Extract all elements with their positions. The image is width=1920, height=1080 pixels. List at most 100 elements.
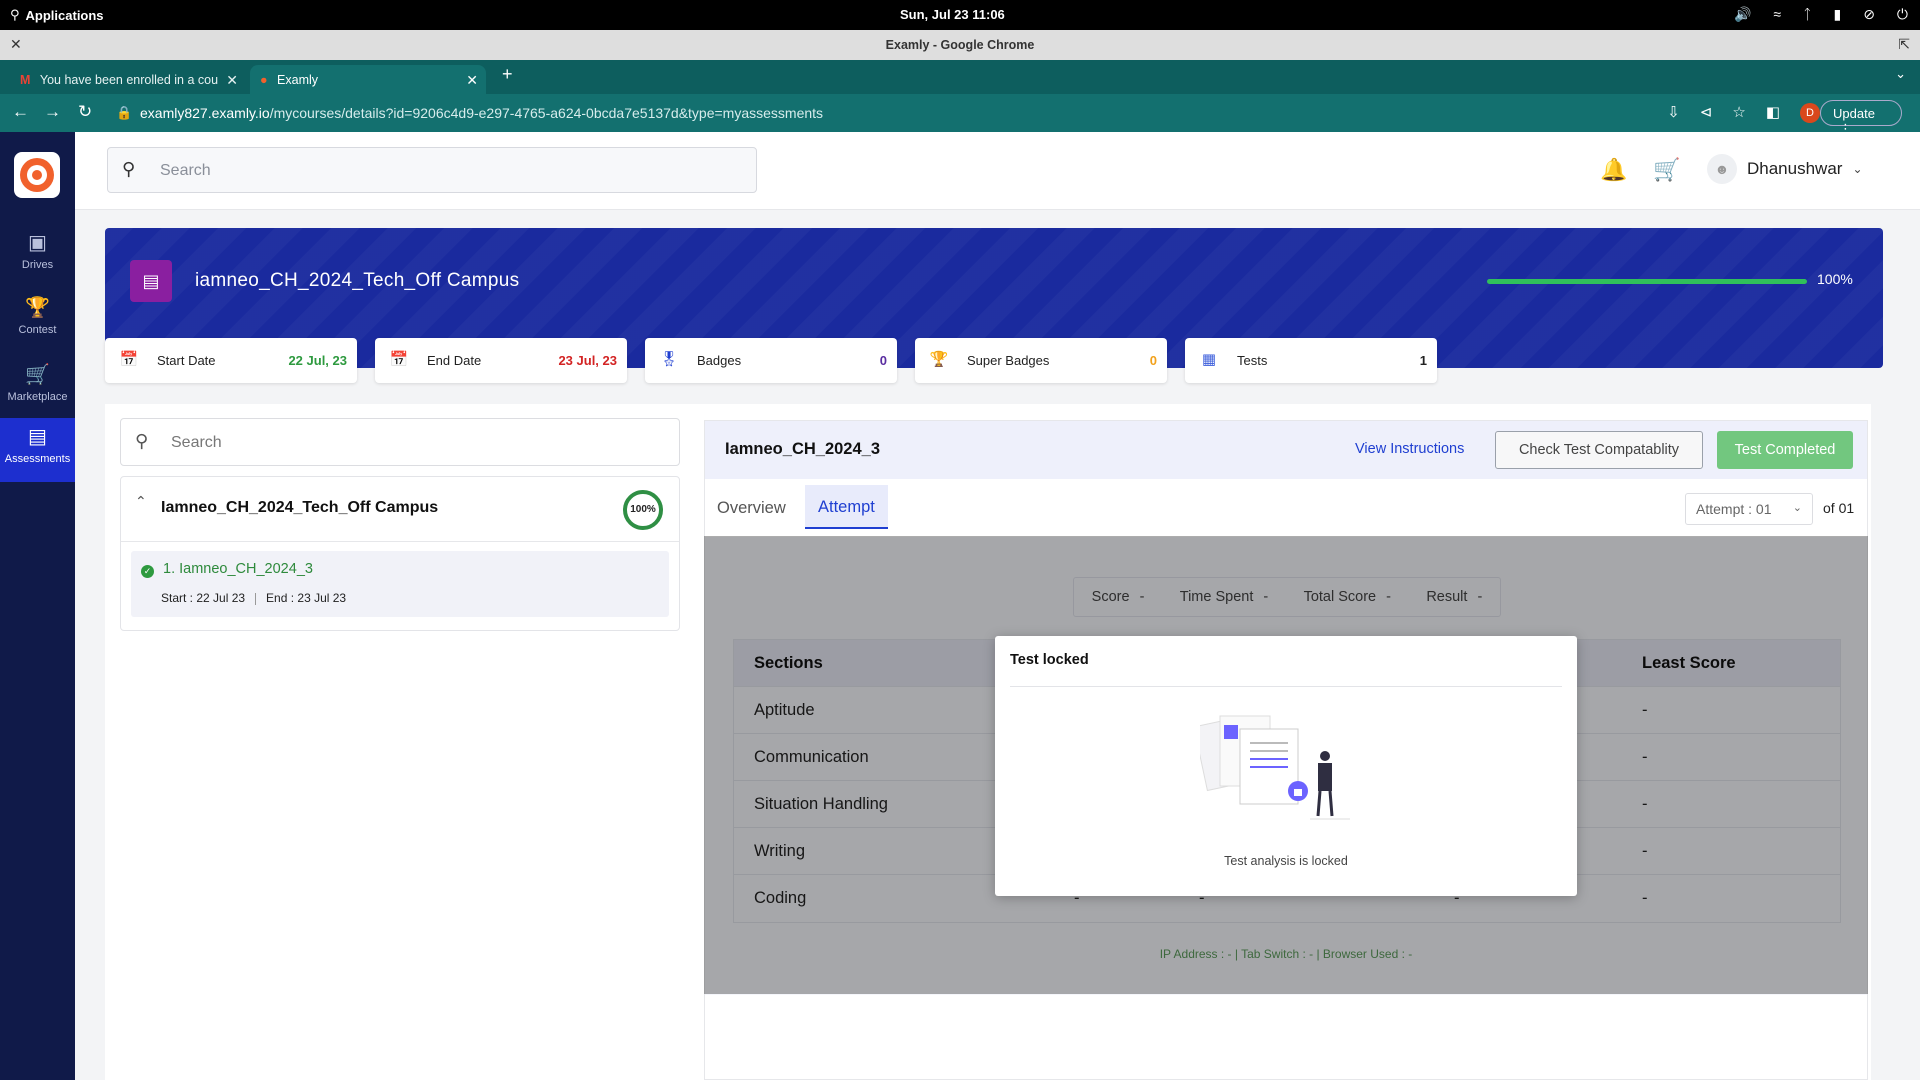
test-title: Iamneo_CH_2024_3 [725, 440, 881, 458]
share-icon[interactable]: ⊲ [1700, 103, 1713, 123]
user-menu[interactable]: ☻ Dhanushwar ⌄ [1707, 154, 1863, 184]
course-accordion: ⌃ Iamneo_CH_2024_Tech_Off Campus 100% ✓ … [120, 476, 680, 631]
course-progress-label: 100% [1817, 271, 1853, 287]
briefcase-icon: ▣ [28, 232, 47, 254]
check-compatibility-button[interactable]: Check Test Compatablity [1495, 431, 1703, 469]
stat-value: 23 Jul, 23 [558, 353, 617, 368]
attempt-select[interactable]: Attempt : 01 ⌄ [1685, 493, 1813, 525]
test-completed-button[interactable]: Test Completed [1717, 431, 1853, 469]
url-field[interactable]: examly827.examly.io/mycourses/details?id… [140, 105, 823, 121]
chevron-down-icon: ⌄ [1792, 502, 1802, 514]
header-search-input[interactable]: ⚲ Search [107, 147, 757, 193]
sidebar-item-drives[interactable]: ▣ Drives [0, 224, 75, 288]
address-bar-row: ← → ↻ 🔒 examly827.examly.io/mycourses/de… [0, 94, 1920, 136]
window-title-bar: ✕ Examly - Google Chrome ⇱ [0, 30, 1920, 60]
search-icon: ⚲ [10, 7, 20, 22]
tab-gmail[interactable]: M You have been enrolled in a cou ✕ [10, 65, 246, 94]
sidebar-item-marketplace[interactable]: 🛒 Marketplace [0, 356, 75, 420]
bookmark-star-icon[interactable]: ☆ [1732, 103, 1745, 123]
attempt-select-value: Attempt : 01 [1696, 501, 1772, 517]
stat-label: Badges [697, 353, 742, 368]
divider [121, 541, 679, 542]
restore-window-icon[interactable]: ⇱ [1898, 36, 1910, 53]
view-instructions-link[interactable]: View Instructions [1355, 441, 1464, 457]
stat-label: Tests [1237, 353, 1268, 368]
sidebar-item-label: Assessments [4, 453, 71, 465]
stat-value: 1 [1419, 353, 1427, 368]
bell-icon[interactable]: 🔔 [1600, 157, 1627, 183]
stat-value: 0 [1149, 353, 1157, 368]
locked-document-illustration [1200, 715, 1350, 820]
modal-message: Test analysis is locked [1224, 854, 1348, 868]
stat-label: End Date [427, 353, 482, 368]
url-path: /mycourses/details?id=9206c4d9-e297-4765… [269, 105, 824, 121]
reload-icon[interactable]: ↻ [78, 102, 92, 122]
divider [1010, 686, 1562, 687]
examly-logo[interactable] [14, 152, 60, 198]
update-label: Update [1833, 106, 1875, 121]
tab-search-chevron-icon[interactable]: ⌄ [1895, 66, 1906, 82]
wifi-icon[interactable]: ≈ [1773, 6, 1781, 23]
badge-icon: 🎖 [659, 351, 679, 368]
sidebar-item-label: Drives [21, 259, 54, 271]
system-tray[interactable]: 🔊 ≈ ᛏ ▮ ⊘ ⏻ [1734, 6, 1908, 23]
gmail-icon: M [20, 73, 31, 87]
tab-examly[interactable]: ● Examly ✕ [250, 65, 486, 94]
os-top-bar: ⚲ Applications Sun, Jul 23 11:06 🔊 ≈ ᛏ ▮… [0, 0, 1920, 30]
calendar-icon: 📅 [389, 351, 409, 368]
battery-icon[interactable]: ▮ [1833, 6, 1841, 23]
stat-badges: 🎖 Badges 0 [645, 338, 897, 383]
stat-label: Start Date [157, 353, 216, 368]
test-locked-modal: Test locked Test analysis is locked [995, 636, 1577, 896]
course-accordion-title[interactable]: Iamneo_CH_2024_Tech_Off Campus [161, 499, 438, 517]
url-actions: ⇩ ⊲ ☆ ◧ D [1667, 103, 1820, 123]
chevron-down-icon: ⌄ [1852, 162, 1863, 176]
update-button[interactable]: Update ⋮ [1820, 100, 1902, 136]
cart-icon[interactable]: 🛒 [1653, 157, 1680, 183]
search-icon: ⚲ [135, 431, 149, 451]
back-icon[interactable]: ← [12, 102, 29, 122]
forward-icon[interactable]: → [44, 102, 61, 122]
stat-tests: ▦ Tests 1 [1185, 338, 1437, 383]
check-circle-icon: ✓ [141, 565, 154, 578]
course-title: iamneo_CH_2024_Tech_Off Campus [195, 270, 520, 291]
new-tab-icon[interactable]: + [502, 64, 513, 85]
window-title: Examly - Google Chrome [885, 38, 1035, 52]
avatar: ☻ [1707, 154, 1737, 184]
assessments-icon: ▤ [28, 426, 47, 448]
close-tab-icon[interactable]: ✕ [466, 72, 478, 89]
examly-favicon-icon: ● [260, 73, 268, 87]
chevron-up-icon[interactable]: ⌃ [135, 493, 147, 510]
search-placeholder: Search [171, 434, 222, 451]
test-dates: Start : 22 Jul 23 End : 23 Jul 23 [161, 591, 346, 605]
volume-icon[interactable]: 🔊 [1734, 6, 1751, 23]
list-item[interactable]: ✓ 1. Iamneo_CH_2024_3 Start : 22 Jul 23 E… [131, 551, 669, 617]
trophy-icon: 🏆 [25, 297, 50, 319]
applications-menu[interactable]: ⚲ Applications [10, 7, 104, 23]
close-tab-icon[interactable]: ✕ [226, 72, 238, 89]
clock[interactable]: Sun, Jul 23 11:06 [900, 7, 1005, 22]
notifications-off-icon[interactable]: ⊘ [1863, 6, 1875, 23]
lock-icon[interactable]: 🔒 [116, 105, 132, 121]
course-search-input[interactable]: ⚲ Search [120, 418, 680, 466]
sidebar-item-label: Marketplace [7, 391, 68, 403]
sidebar-item-contest[interactable]: 🏆 Contest [0, 289, 75, 353]
power-icon[interactable]: ⏻ [1897, 6, 1908, 23]
stat-value: 0 [879, 353, 887, 368]
stat-start-date: 📅 Start Date 22 Jul, 23 [105, 338, 357, 383]
tab-label: You have been enrolled in a cou [39, 73, 219, 87]
test-header: Iamneo_CH_2024_3 View Instructions Check… [705, 421, 1867, 479]
test-start: Start : 22 Jul 23 [161, 591, 246, 605]
side-panel-icon[interactable]: ◧ [1766, 103, 1780, 123]
search-icon: ⚲ [122, 159, 136, 179]
install-icon[interactable]: ⇩ [1667, 103, 1680, 123]
tab-overview[interactable]: Overview [717, 499, 786, 518]
course-progress-ring: 100% [623, 490, 663, 530]
tab-attempt[interactable]: Attempt [805, 485, 888, 529]
bluetooth-icon[interactable]: ᛏ [1803, 6, 1811, 23]
sidebar-item-assessments[interactable]: ▤ Assessments [0, 418, 75, 482]
url-host: examly827.examly.io [140, 105, 270, 121]
browser-tab-bar: M You have been enrolled in a cou ✕ ● Ex… [0, 60, 1920, 94]
tests-icon: ▦ [1201, 351, 1217, 368]
profile-avatar[interactable]: D [1800, 103, 1820, 123]
